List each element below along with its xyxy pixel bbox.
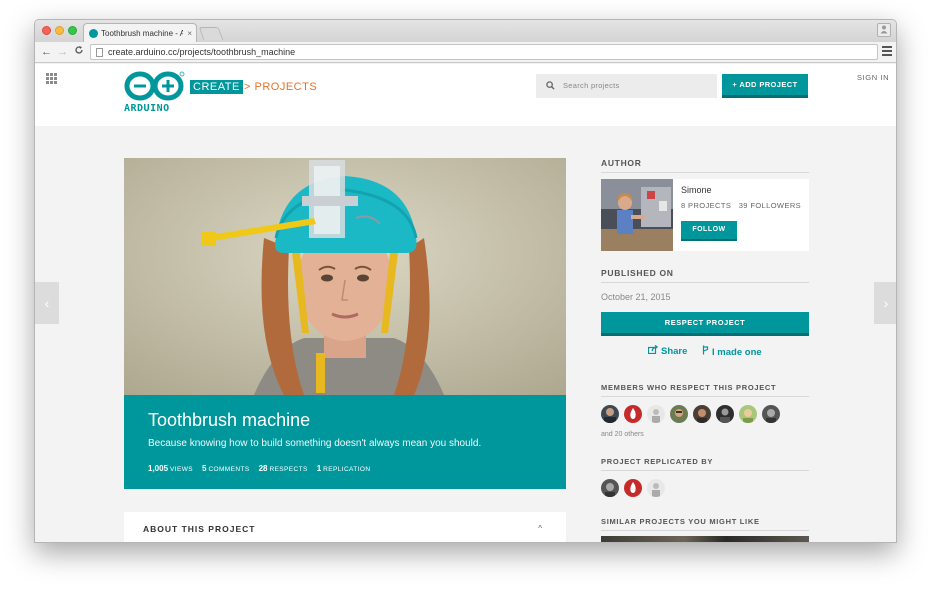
previous-project-arrow[interactable]: ‹ bbox=[35, 282, 59, 324]
author-followers[interactable]: 39 FOLLOWERS bbox=[739, 201, 801, 210]
stat-respects[interactable]: 28 RESPECTS bbox=[259, 464, 308, 473]
sign-in-link[interactable]: SIGN IN bbox=[857, 73, 889, 82]
close-window-button[interactable] bbox=[42, 26, 51, 35]
member-avatar[interactable] bbox=[670, 405, 688, 423]
stat-replications[interactable]: 1 REPLICATION bbox=[317, 464, 371, 473]
profile-icon[interactable] bbox=[877, 23, 891, 37]
site-header: ARDUINO CREATE > PROJECTS Search project… bbox=[35, 64, 896, 126]
member-avatar[interactable] bbox=[601, 405, 619, 423]
project-hero: Toothbrush machine Because knowing how t… bbox=[124, 158, 566, 489]
add-project-button[interactable]: + ADD PROJECT bbox=[722, 74, 808, 98]
back-button[interactable]: ← bbox=[41, 45, 52, 59]
stat-views: 1,005 VIEWS bbox=[148, 464, 193, 473]
next-project-arrow[interactable]: › bbox=[874, 282, 896, 324]
zoom-window-button[interactable] bbox=[68, 26, 77, 35]
projects-label[interactable]: > PROJECTS bbox=[244, 80, 317, 94]
project-stats: 1,005 VIEWS 5 COMMENTS 28 RESPECTS 1 REPLICA… bbox=[148, 464, 542, 473]
address-bar[interactable]: create.arduino.cc/projects/toothbrush_ma… bbox=[90, 44, 878, 60]
forward-button[interactable]: → bbox=[57, 45, 68, 59]
tab-title: Toothbrush machine - Ardu bbox=[101, 28, 183, 38]
tab-close-icon[interactable]: × bbox=[187, 29, 192, 38]
about-project-section[interactable]: ABOUT THIS PROJECT ^ bbox=[124, 512, 566, 542]
reload-button[interactable] bbox=[74, 45, 84, 60]
member-avatar[interactable] bbox=[601, 479, 619, 497]
minimize-window-button[interactable] bbox=[55, 26, 64, 35]
create-label[interactable]: CREATE bbox=[190, 80, 243, 94]
project-caption: Toothbrush machine Because knowing how t… bbox=[124, 395, 566, 489]
author-avatar[interactable] bbox=[601, 179, 673, 251]
apps-grid-icon[interactable] bbox=[46, 73, 57, 84]
browser-menu-icon[interactable] bbox=[882, 46, 892, 56]
others-count[interactable]: and 20 others bbox=[601, 431, 809, 438]
arduino-favicon-icon bbox=[89, 28, 98, 38]
follow-button[interactable]: FOLLOW bbox=[681, 221, 737, 241]
browser-tab[interactable]: Toothbrush machine - Ardu × bbox=[83, 23, 197, 42]
published-heading: PUBLISHED ON bbox=[601, 268, 809, 283]
project-actions: Share I made one bbox=[601, 344, 809, 358]
new-tab-button[interactable] bbox=[198, 27, 224, 40]
author-stats: 8 PROJECTS 39 FOLLOWERS bbox=[681, 201, 801, 210]
reload-icon bbox=[75, 46, 83, 54]
member-avatar[interactable] bbox=[762, 405, 780, 423]
author-projects[interactable]: 8 PROJECTS bbox=[681, 201, 731, 210]
page-icon bbox=[96, 48, 103, 57]
project-cover-image[interactable] bbox=[124, 158, 566, 395]
search-placeholder: Search projects bbox=[563, 81, 620, 90]
project-subtitle: Because knowing how to build something d… bbox=[148, 438, 482, 449]
member-avatar[interactable] bbox=[647, 479, 665, 497]
share-button[interactable]: Share bbox=[648, 344, 687, 358]
author-card: Simone 8 PROJECTS 39 FOLLOWERS FOLLOW bbox=[601, 179, 809, 251]
similar-project-thumbnail[interactable] bbox=[601, 536, 809, 542]
respect-members-heading: MEMBERS WHO RESPECT THIS PROJECT bbox=[601, 383, 809, 397]
author-name[interactable]: Simone bbox=[681, 185, 712, 195]
similar-projects-heading: SIMILAR PROJECTS YOU MIGHT LIKE bbox=[601, 517, 809, 531]
collapse-caret-icon[interactable]: ^ bbox=[538, 524, 542, 533]
replicated-by-list bbox=[601, 479, 809, 497]
fork-icon bbox=[703, 345, 709, 355]
member-avatar[interactable] bbox=[624, 405, 642, 423]
share-icon bbox=[648, 344, 659, 355]
respect-members-list bbox=[601, 405, 809, 423]
project-sidebar: AUTHOR Simone 8 PROJECTS 39 FOLLOWERS FO… bbox=[601, 158, 809, 542]
page-content: ARDUINO CREATE > PROJECTS Search project… bbox=[35, 64, 896, 542]
about-project-heading: ABOUT THIS PROJECT bbox=[143, 524, 256, 534]
member-avatar[interactable] bbox=[647, 405, 665, 423]
member-avatar[interactable] bbox=[624, 479, 642, 497]
search-icon bbox=[546, 81, 555, 90]
project-title: Toothbrush machine bbox=[148, 410, 311, 430]
replicated-by-heading: PROJECT REPLICATED BY bbox=[601, 457, 809, 471]
tab-strip: Toothbrush machine - Ardu × bbox=[35, 20, 896, 42]
arduino-wordmark[interactable]: ARDUINO bbox=[124, 103, 170, 114]
search-input[interactable]: Search projects bbox=[536, 74, 717, 98]
url-text: create.arduino.cc/projects/toothbrush_ma… bbox=[108, 47, 296, 57]
respect-project-button[interactable]: RESPECT PROJECT bbox=[601, 312, 809, 336]
member-avatar[interactable] bbox=[693, 405, 711, 423]
browser-window: Toothbrush machine - Ardu × ← → create.a… bbox=[34, 19, 897, 543]
browser-toolbar: ← → create.arduino.cc/projects/toothbrus… bbox=[35, 42, 896, 63]
stat-comments[interactable]: 5 COMMENTS bbox=[202, 464, 250, 473]
member-avatar[interactable] bbox=[739, 405, 757, 423]
author-heading: AUTHOR bbox=[601, 158, 809, 173]
published-date: October 21, 2015 bbox=[601, 292, 671, 302]
member-avatar[interactable] bbox=[716, 405, 734, 423]
i-made-one-button[interactable]: I made one bbox=[702, 345, 762, 358]
